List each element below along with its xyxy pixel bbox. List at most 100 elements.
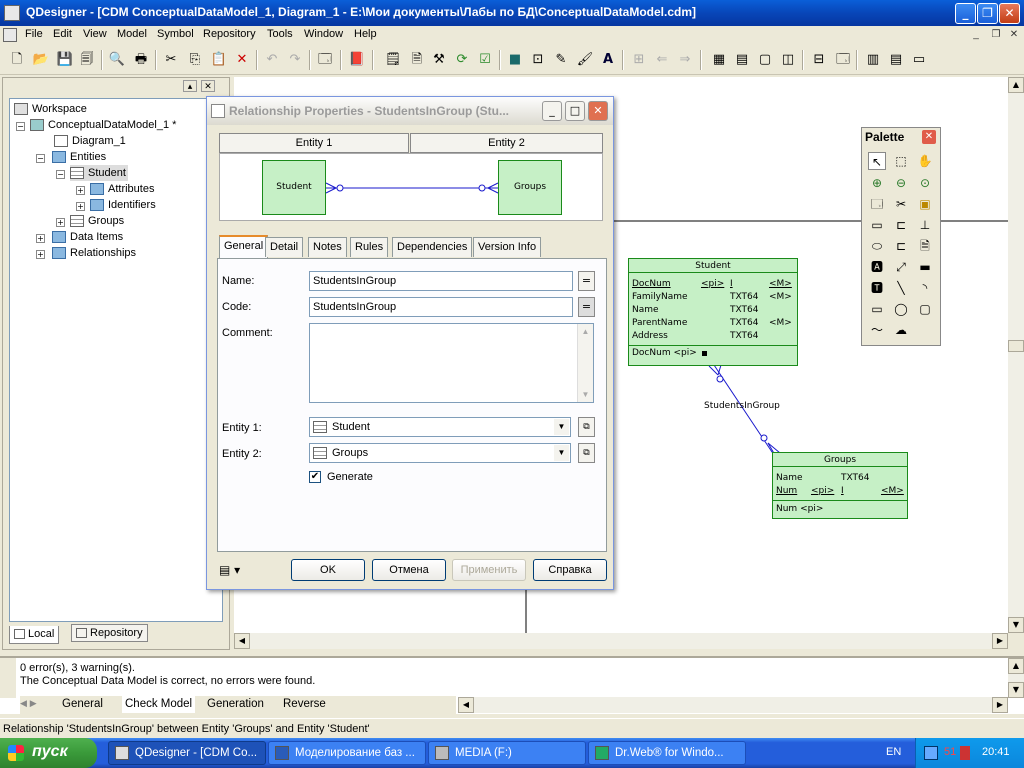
entity-tool-icon[interactable]: ▭ — [868, 216, 886, 234]
panel-1-icon[interactable]: ▥ — [864, 51, 882, 69]
fill-icon[interactable]: 🖌 — [576, 51, 594, 69]
app-icon[interactable] — [4, 5, 20, 21]
zoom-out-icon[interactable]: ⊖ — [892, 174, 910, 192]
camera-icon[interactable]: ⊞ — [630, 51, 648, 69]
book-icon[interactable]: 📕 — [348, 51, 366, 69]
tray-counter[interactable]: 51 — [944, 746, 956, 758]
validate-icon[interactable]: ☑ — [476, 51, 494, 69]
expand-icon[interactable]: + — [36, 234, 45, 243]
entity2-properties-button[interactable]: ⧉ — [578, 443, 595, 463]
check-model-icon[interactable]: 🗒 — [384, 51, 402, 69]
layout-3-icon[interactable]: ▢ — [756, 51, 774, 69]
package-icon[interactable]: ▣ — [916, 195, 934, 213]
tab-detail[interactable]: Detail — [265, 237, 304, 257]
menu-symbol[interactable]: Symbol — [157, 28, 194, 40]
selection-handle[interactable] — [702, 351, 707, 356]
expand-icon[interactable]: + — [76, 186, 85, 195]
palette-close-icon[interactable]: ✕ — [922, 130, 936, 144]
redo-icon[interactable]: ↷ — [286, 51, 304, 69]
output-hscrollbar[interactable]: ◀ ▶ — [458, 697, 1008, 713]
scroll-left-icon[interactable]: ◀ — [234, 633, 250, 649]
task-media-drive[interactable]: MEDIA (F:) — [428, 741, 586, 765]
doc-icon[interactable] — [3, 28, 17, 42]
antivirus-icon[interactable] — [960, 746, 970, 760]
minimize-button[interactable]: _ — [955, 3, 976, 24]
pointer-icon[interactable]: ↖ — [868, 152, 886, 170]
save-icon[interactable]: 💾 — [56, 51, 74, 69]
scroll-thumb[interactable] — [1008, 340, 1024, 352]
polygon-tool-icon[interactable]: ☁ — [892, 321, 910, 339]
table-tool-icon[interactable]: ▬ — [916, 258, 934, 276]
code-field[interactable]: StudentsInGroup — [309, 297, 573, 317]
arc-tool-icon[interactable]: ◝ — [916, 279, 934, 297]
dropdown-arrow-icon[interactable]: ▼ — [554, 419, 569, 435]
menu-help[interactable]: Help — [354, 28, 377, 40]
task-word-doc[interactable]: Моделирование баз ... — [268, 741, 426, 765]
collapse-icon[interactable]: − — [36, 154, 45, 163]
scroll-left-icon[interactable]: ◀ — [458, 697, 474, 713]
menu-window[interactable]: Window — [304, 28, 343, 40]
dropdown-arrow-icon[interactable]: ▼ — [554, 445, 569, 461]
ok-button[interactable]: OK — [291, 559, 365, 581]
scroll-right-icon[interactable]: ▶ — [992, 697, 1008, 713]
name-equal-button[interactable]: = — [578, 271, 595, 291]
panel-close-icon[interactable]: ✕ — [201, 80, 215, 92]
back-icon[interactable]: ⇐ — [653, 51, 671, 69]
delete-icon[interactable]: ✕ — [233, 51, 251, 69]
apply-button[interactable]: Применить — [452, 559, 526, 581]
entity-student[interactable]: Student DocNum <pi> I <M> FamilyName TXT… — [628, 258, 798, 366]
properties-icon[interactable]: 🗔 — [868, 195, 886, 213]
output-tab-general[interactable]: General — [62, 696, 103, 713]
rectangle-tool-icon[interactable]: ▭ — [868, 300, 886, 318]
collapse-icon[interactable]: − — [16, 122, 25, 131]
start-button[interactable]: пуск — [0, 738, 97, 768]
entity1-properties-button[interactable]: ⧉ — [578, 417, 595, 437]
tree-groups[interactable]: Groups — [70, 213, 124, 229]
association-tool-icon[interactable]: ⬭ — [868, 237, 886, 255]
pen-icon[interactable]: ✎ — [552, 51, 570, 69]
mdi-restore-button[interactable]: ❐ — [988, 28, 1004, 42]
file-tool-icon[interactable]: 🗎 — [916, 237, 934, 255]
entity2-header[interactable]: Entity 2 — [410, 133, 603, 153]
tree-model[interactable]: ConceptualDataModel_1 * — [30, 117, 176, 133]
ellipse-tool-icon[interactable]: ◯ — [892, 300, 910, 318]
entity1-header[interactable]: Entity 1 — [219, 133, 409, 153]
dialog-maximize-button[interactable]: □ — [565, 101, 585, 121]
tree-diagram[interactable]: Diagram_1 — [54, 133, 126, 149]
task-qdesigner[interactable]: QDesigner - [CDM Co... — [108, 741, 266, 765]
dock-icon[interactable]: ▴ — [183, 80, 197, 92]
dialog-close-button[interactable]: ✕ — [588, 101, 608, 121]
print-preview-icon[interactable]: 🔍 — [108, 51, 126, 69]
link-tool-icon[interactable]: ⤢ — [892, 258, 910, 276]
tree-data-items[interactable]: Data Items — [52, 229, 123, 245]
font-icon[interactable]: A — [599, 51, 617, 69]
new-icon[interactable]: 🗋 — [8, 51, 26, 69]
menu-view[interactable]: View — [83, 28, 107, 40]
comment-scrollbar[interactable]: ▲ ▼ — [577, 324, 593, 402]
tree-relationships[interactable]: Relationships — [52, 245, 136, 261]
tab-rules[interactable]: Rules — [350, 237, 389, 257]
inheritance-tool-icon[interactable]: ⊥ — [916, 216, 934, 234]
output-icon[interactable]: 🗔 — [834, 51, 852, 69]
scroll-down-icon[interactable]: ▼ — [1008, 682, 1024, 698]
rounded-rect-tool-icon[interactable]: ▢ — [916, 300, 934, 318]
horizontal-scrollbar[interactable]: ◀ ▶ — [234, 633, 1008, 649]
comment-field[interactable]: ▲ ▼ — [309, 323, 594, 403]
tab-scroll-icons[interactable]: ◀ ▶ — [20, 697, 54, 712]
save-all-icon[interactable]: 🗐 — [78, 51, 96, 69]
tab-general[interactable]: General — [219, 235, 269, 258]
language-indicator[interactable]: EN — [886, 746, 901, 758]
panel-3-icon[interactable]: ▭ — [910, 51, 928, 69]
layout-2-icon[interactable]: ▤ — [733, 51, 751, 69]
menu-edit[interactable]: Edit — [53, 28, 72, 40]
undo-icon[interactable]: ↶ — [263, 51, 281, 69]
scroll-right-icon[interactable]: ▶ — [992, 633, 1008, 649]
refresh-icon[interactable]: ⟳ — [453, 51, 471, 69]
scroll-up-icon[interactable]: ▲ — [1008, 77, 1024, 93]
print-icon[interactable]: 🖶 — [132, 51, 150, 69]
output-tab-reverse[interactable]: Reverse — [283, 696, 326, 713]
tree-attributes[interactable]: Attributes — [90, 181, 154, 197]
menu-model[interactable]: Model — [117, 28, 147, 40]
collapse-icon[interactable]: − — [56, 170, 65, 179]
tree-workspace[interactable]: Workspace — [14, 101, 87, 117]
